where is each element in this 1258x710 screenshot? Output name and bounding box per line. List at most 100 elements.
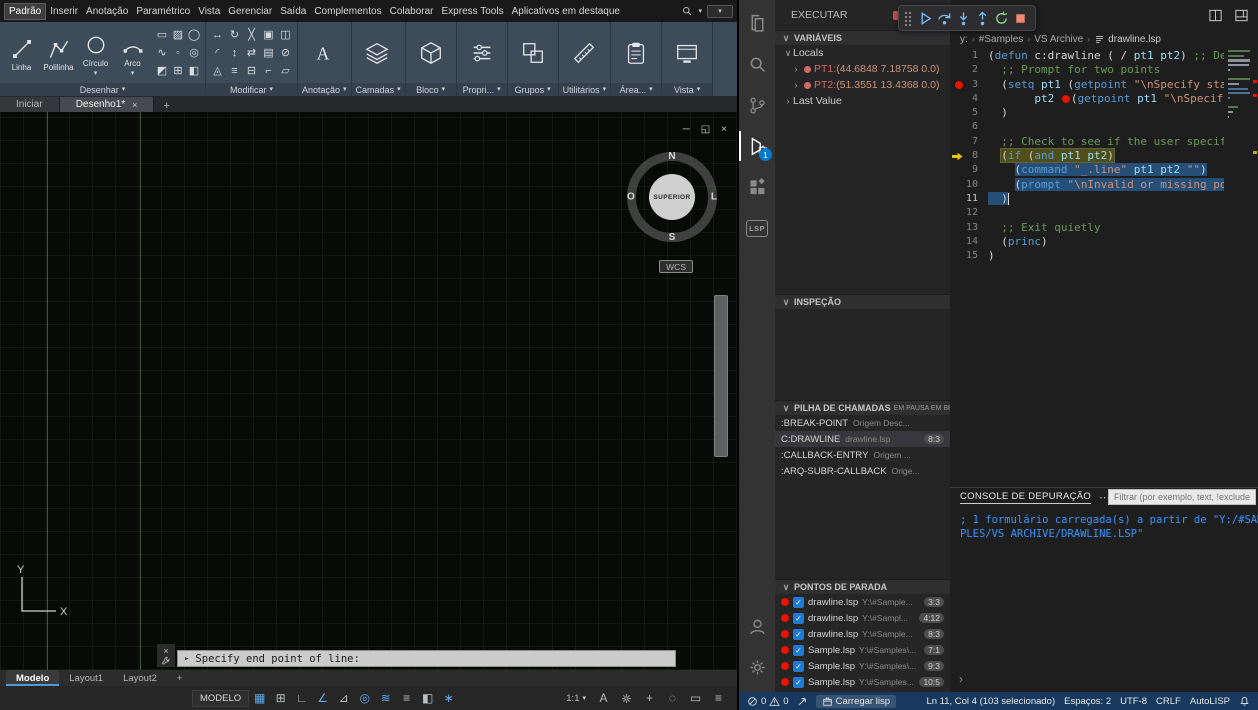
annotation-visibility-icon[interactable]: A	[593, 689, 614, 707]
offset-tool-icon[interactable]: ≡	[226, 62, 243, 80]
ribbon-panel-vista-label[interactable]: Vista ▾	[662, 83, 713, 96]
code-line-10[interactable]: (prompt "\nInvalid or missing poi	[988, 177, 1224, 192]
breakpoint-sample-lsp-7-1[interactable]: ✓ Sample.lsp Y:\#Samples\... 7:1	[775, 642, 950, 658]
breadcrumb-item-samples[interactable]: #Samples	[979, 34, 1023, 45]
account-icon[interactable]	[739, 611, 775, 641]
load-lisp-button[interactable]: Carregar lisp	[815, 694, 896, 708]
ellipse-tool-icon[interactable]: ◯	[186, 26, 202, 44]
stack-frame-break-point[interactable]: :BREAK-POINT Origem Desc...	[775, 415, 950, 431]
restart-icon[interactable]	[992, 9, 1011, 28]
trim-tool-icon[interactable]: ╳	[243, 26, 260, 44]
code-line-5[interactable]: )	[988, 106, 1224, 120]
ribbon-tab-gerenciar[interactable]: Gerenciar	[224, 4, 276, 19]
watch-header[interactable]: ∨ INSPEÇÃO	[775, 294, 950, 309]
source-control-icon[interactable]	[739, 90, 775, 120]
breakpoint-drawline-lsp-3-3[interactable]: ✓ drawline.lsp Y:\#Sample... 3:3	[775, 594, 950, 610]
new-drawing-tab-button[interactable]: +	[154, 100, 178, 112]
crosshair-icon[interactable]: +	[639, 689, 660, 707]
copy-tool-icon[interactable]: ▣	[260, 26, 277, 44]
file-tab-desenho1[interactable]: Desenho1* ×	[59, 97, 155, 112]
stretch-tool-icon[interactable]: ↕	[226, 44, 243, 62]
code-line-7[interactable]: ;; Check to see if the user specifi	[988, 135, 1224, 149]
code-line-3[interactable]: (setq pt1 (getpoint "\nSpecify star	[988, 78, 1224, 92]
language-mode[interactable]: AutoLISP	[1190, 696, 1230, 707]
last-value-row[interactable]: › Last Value	[775, 93, 950, 109]
point-tool-icon[interactable]: ◦	[170, 44, 186, 62]
break-tool-icon[interactable]: ▱	[277, 62, 294, 80]
ribbon-tab-sa-da[interactable]: Saída	[276, 4, 310, 19]
close-command-icon[interactable]: ×	[163, 646, 168, 656]
continue-icon[interactable]	[916, 9, 935, 28]
run-debug-icon[interactable]: 1	[739, 131, 775, 161]
workspace-gear-icon[interactable]	[616, 689, 637, 707]
array-tool-icon[interactable]: ▤	[260, 44, 277, 62]
viewcube-south[interactable]: S	[669, 232, 676, 243]
stack-frame-c-drawline[interactable]: C:DRAWLINE drawline.lsp 8:3	[775, 431, 950, 447]
code-line-11[interactable]: )	[988, 191, 1224, 206]
customize-command-icon[interactable]	[161, 656, 171, 666]
settings-icon[interactable]	[739, 652, 775, 682]
breakpoint-drawline-lsp-8-3[interactable]: ✓ drawline.lsp Y:\#Sample... 8:3	[775, 626, 950, 642]
step-over-icon[interactable]	[935, 9, 954, 28]
code-line-12[interactable]	[988, 206, 1224, 220]
restore-drawing-icon[interactable]: ◱	[701, 124, 710, 135]
region-tool-icon[interactable]: ◩	[154, 62, 170, 80]
stop-icon[interactable]	[1011, 9, 1030, 28]
autolisp-icon[interactable]: LSP	[739, 213, 775, 243]
step-into-icon[interactable]	[954, 9, 973, 28]
console-filter-input[interactable]	[1108, 489, 1256, 505]
breadcrumb-item-y[interactable]: y:	[960, 34, 968, 45]
ribbon-button-anota-o[interactable]: A	[301, 23, 345, 82]
erase-tool-icon[interactable]: ⊘	[277, 44, 294, 62]
customize-icon[interactable]: ≡	[708, 689, 729, 707]
isolate-icon[interactable]: ◌	[662, 689, 683, 707]
ribbon-panel-anota-o-label[interactable]: Anotação ▾	[298, 83, 351, 96]
ribbon-button-rea[interactable]	[614, 23, 658, 82]
indentation[interactable]: Espaços: 2	[1064, 696, 1111, 707]
isodraft-icon[interactable]: ⊿	[333, 689, 354, 707]
wcs-badge[interactable]: WCS	[659, 260, 693, 273]
lineweight-icon[interactable]: ≡	[396, 689, 417, 707]
dynamic-input-icon[interactable]: ∗	[438, 689, 459, 707]
clean-screen-icon[interactable]: ▭	[685, 689, 706, 707]
ribbon-tab-express-tools[interactable]: Express Tools	[438, 4, 508, 19]
menu-dropdown-icon[interactable]: ▾	[707, 4, 733, 18]
drawing-canvas[interactable]: ─ ◱ × N S L O SUPERIOR WCS Y X × ▸ Speci…	[0, 112, 737, 670]
viewcube-north[interactable]: N	[668, 151, 675, 162]
menu-search-caret-icon[interactable]: ▾	[698, 8, 702, 15]
ribbon-button-linha[interactable]: Linha	[3, 33, 40, 72]
extensions-icon[interactable]	[739, 172, 775, 202]
ribbon-panel-desenhar-label[interactable]: Desenhar ▾	[0, 83, 205, 96]
scale-tool-icon[interactable]: ⇄	[243, 44, 260, 62]
spline-tool-icon[interactable]: ∿	[154, 44, 170, 62]
command-line[interactable]: ▸ Specify end point of line:	[177, 650, 676, 667]
annotation-scale-button[interactable]: 1:1 ▾	[561, 693, 591, 704]
viewcube-west[interactable]: O	[627, 192, 635, 203]
ribbon-tab-inserir[interactable]: Inserir	[46, 4, 82, 19]
locals-scope-row[interactable]: ∨ Locals	[775, 45, 950, 61]
console-input-chevron-icon[interactable]: ›	[959, 672, 963, 686]
fillet-tool-icon[interactable]: ◜	[209, 44, 226, 62]
stack-frame-arq-subr-callback[interactable]: :ARQ-SUBR-CALLBACK Orige...	[775, 463, 950, 479]
variables-header[interactable]: ∨ VARIÁVEIS	[775, 30, 950, 45]
breakpoint-sample-lsp-9-3[interactable]: ✓ Sample.lsp Y:\#Samples\... 9:3	[775, 658, 950, 674]
join-tool-icon[interactable]: ⊟	[243, 62, 260, 80]
breakpoint-drawline-lsp-4-12[interactable]: ✓ drawline.lsp Y:\#Sampl... 4:12	[775, 610, 950, 626]
ribbon-button-grupos[interactable]	[511, 23, 555, 82]
breakpoint-checkbox[interactable]: ✓	[793, 660, 804, 672]
split-editor-icon[interactable]	[1208, 8, 1223, 23]
command-prompt[interactable]: Specify end point of line:	[195, 653, 359, 665]
ribbon-button-bloco[interactable]	[409, 23, 453, 82]
breakpoint-checkbox[interactable]: ✓	[793, 628, 804, 640]
cursor-position[interactable]: Ln 11, Col 4 (103 selecionado)	[926, 696, 1055, 707]
hatch-tool-icon[interactable]: ▨	[170, 26, 186, 44]
notifications-bell-icon[interactable]	[1239, 696, 1250, 707]
file-tab-iniciar[interactable]: Iniciar	[0, 97, 60, 112]
breakpoint-sample-lsp-10-5[interactable]: ✓ Sample.lsp Y:\#Samples... 10:5	[775, 674, 950, 690]
ribbon-tab-aplicativos-em-destaque[interactable]: Aplicativos em destaque	[508, 4, 624, 19]
ribbon-panel-rea-label[interactable]: Área... ▾	[611, 83, 662, 96]
expand-icon[interactable]: ›	[791, 64, 801, 74]
variable-pt2[interactable]: › PT2: (51.3551 13.4368 0.0)	[775, 77, 950, 93]
expand-icon[interactable]: ›	[791, 80, 801, 90]
move-tool-icon[interactable]: ↔	[209, 26, 226, 44]
